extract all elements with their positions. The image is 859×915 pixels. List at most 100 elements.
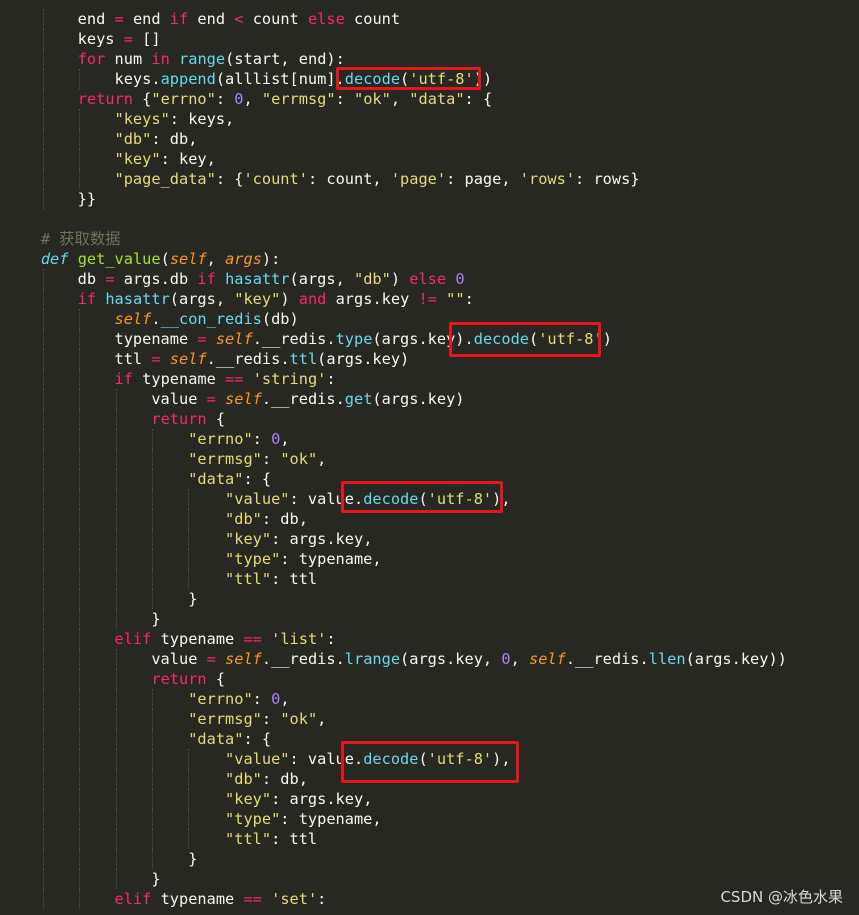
indent-guide (43, 789, 45, 809)
indent-guide (79, 849, 81, 869)
code-token: , (280, 430, 290, 448)
code-token: : (335, 90, 355, 108)
code-token: if (77, 290, 97, 308)
code-token: else (409, 270, 447, 288)
code-token: hasattr (225, 270, 290, 288)
indent-guide (79, 309, 81, 329)
code-token: typename (4, 330, 198, 348)
indent-guide (43, 49, 45, 69)
code-token: } (4, 870, 161, 888)
code-token: 'list' (271, 630, 327, 648)
indent-guide (115, 669, 117, 689)
csdn-watermark: CSDN @冰色水果 (720, 888, 843, 906)
code-token: 'utf-8' (409, 70, 474, 88)
code-token: ttl (4, 350, 152, 368)
code-line: "ttl": ttl (4, 829, 859, 849)
code-token: lrange (344, 650, 401, 668)
code-token: : (261, 710, 281, 728)
indent-guide (115, 409, 117, 429)
code-token: decode (363, 490, 419, 508)
code-area[interactable]: end = end if end < count else count keys… (0, 0, 859, 915)
code-line: "data": { (4, 729, 859, 749)
code-token: ( (160, 250, 170, 268)
code-token: "ok" (280, 450, 318, 468)
code-token: : { (464, 90, 493, 108)
code-token: num (105, 50, 152, 68)
indent-guide (79, 569, 81, 589)
indent-guide (43, 509, 45, 529)
code-token: )) (473, 70, 493, 88)
indent-guide (188, 509, 189, 529)
indent-guide (43, 309, 45, 329)
indent-guide (79, 129, 81, 149)
code-token: "ttl" (225, 570, 272, 588)
code-token: = (197, 330, 207, 348)
code-token: { (206, 670, 226, 688)
indent-guide (151, 829, 153, 849)
code-token: , (243, 90, 262, 108)
indent-guide (115, 789, 117, 809)
indent-guide (43, 649, 45, 669)
code-token: "keys" (114, 110, 170, 128)
indent-guide (188, 749, 189, 769)
code-token: : args.key, (271, 790, 373, 808)
code-line: return { (4, 409, 859, 429)
indent-guide (79, 389, 81, 409)
code-token: 'set' (271, 890, 318, 908)
code-editor[interactable]: end = end if end < count else count keys… (0, 0, 859, 915)
code-token: self (114, 310, 152, 328)
code-token: : (317, 890, 327, 908)
code-token: "" (446, 290, 465, 308)
code-token: .__redis. (206, 350, 290, 368)
code-token: 0 (271, 690, 281, 708)
code-token: else (307, 10, 345, 28)
code-token: : db, (261, 770, 308, 788)
indent-guide (115, 809, 117, 829)
code-line: "page_data": {'count': count, 'page': pa… (4, 169, 859, 189)
code-token: args (225, 250, 262, 268)
indent-guide (79, 469, 81, 489)
code-token: (args.key) (317, 350, 410, 368)
code-token: ) (390, 270, 410, 288)
code-token: (start, end): (225, 50, 345, 68)
code-token: append (160, 70, 216, 88)
code-token: (args.key, (400, 650, 502, 668)
indent-guide (115, 549, 117, 569)
code-token: 'page' (390, 170, 447, 188)
code-token: args.db (114, 270, 198, 288)
indent-guide (115, 709, 117, 729)
code-token: self (215, 330, 253, 348)
code-token: = (105, 270, 115, 288)
indent-guide (151, 729, 153, 749)
code-token: : value. (289, 750, 364, 768)
code-token: : count, (307, 170, 391, 188)
code-line: "data": { (4, 469, 859, 489)
indent-guide (79, 549, 81, 569)
code-token: if (197, 270, 216, 288)
indent-guide (43, 349, 45, 369)
code-token: (args, (169, 290, 235, 308)
code-token: : (464, 290, 474, 308)
code-line: def get_value(self, args): (4, 249, 859, 269)
code-token: "data" (188, 470, 244, 488)
code-token: (args.key). (372, 330, 474, 348)
code-token: count (344, 10, 401, 28)
code-line: "value": value.decode('utf-8'), (4, 749, 859, 769)
indent-guide (43, 469, 45, 489)
code-token: "type" (225, 810, 281, 828)
indent-guide (79, 669, 81, 689)
indent-guide (43, 189, 45, 209)
code-token: return (151, 670, 207, 688)
code-token: type (335, 330, 373, 348)
